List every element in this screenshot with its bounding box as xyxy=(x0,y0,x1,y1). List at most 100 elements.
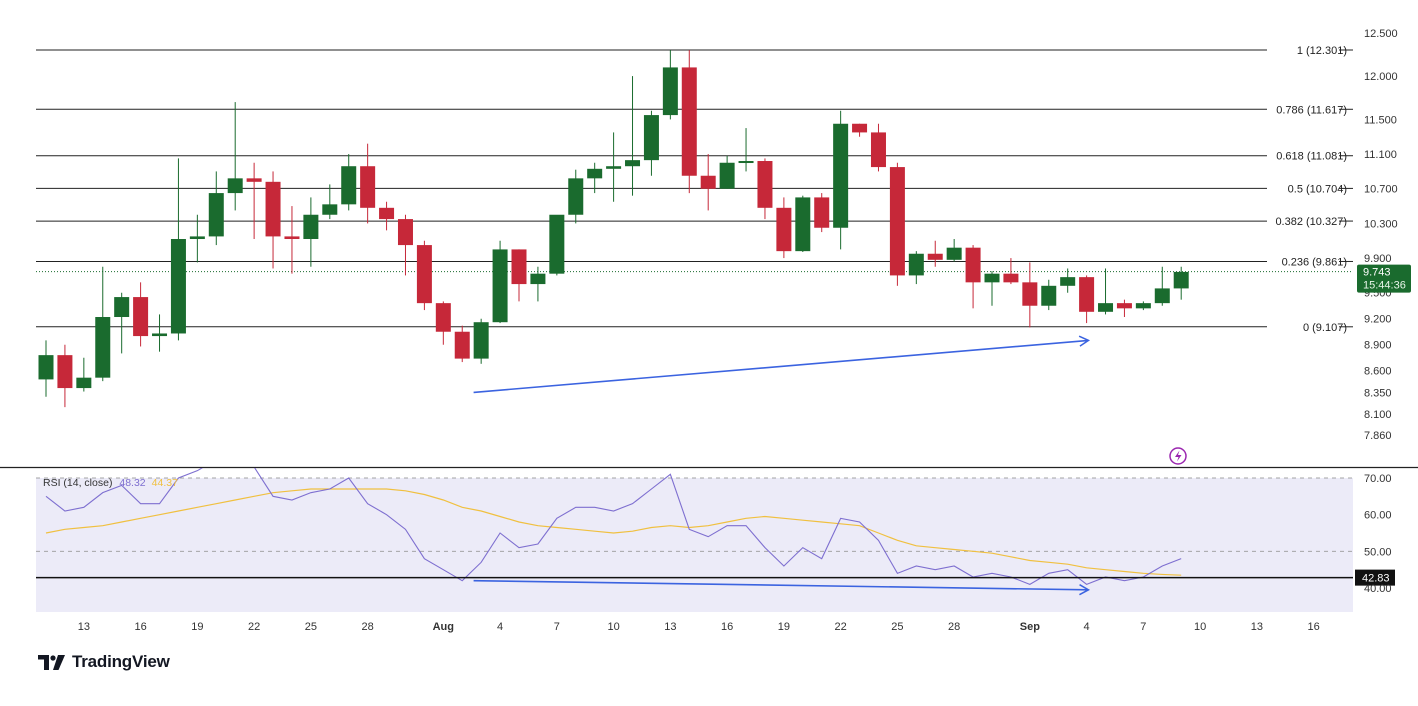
candle-body xyxy=(208,193,224,237)
candle-body xyxy=(1041,285,1057,306)
candle-body xyxy=(984,273,1000,283)
candle-body xyxy=(719,162,735,189)
brand-name: TradingView xyxy=(72,652,170,671)
candle-body xyxy=(265,181,281,237)
candle-body xyxy=(76,377,92,389)
candle-body xyxy=(814,197,830,228)
time-tick-label: 16 xyxy=(134,621,146,633)
time-tick-label: 22 xyxy=(248,621,260,633)
candle-body xyxy=(1060,277,1076,286)
candle-body xyxy=(738,161,754,164)
candle-body xyxy=(870,132,886,168)
candle-body xyxy=(511,249,527,285)
candle-body xyxy=(625,160,641,167)
candle-body xyxy=(1173,271,1189,289)
time-tick-label: 4 xyxy=(1084,621,1090,633)
candle-body xyxy=(606,166,622,169)
candle-body xyxy=(795,197,811,252)
time-tick-label: 16 xyxy=(721,621,733,633)
fib-label: 1 (12.301) xyxy=(1297,45,1347,57)
rsi-band xyxy=(36,478,1353,612)
time-tick-label: 13 xyxy=(1251,621,1263,633)
candle-body xyxy=(833,123,849,228)
candle-body xyxy=(1003,273,1019,283)
candle-body xyxy=(303,214,319,240)
candle-body xyxy=(227,178,243,194)
rsi-tick-label: 60.00 xyxy=(1364,510,1392,522)
candle-body xyxy=(416,245,432,304)
rsi-title: RSI (14, close) 48.32 44.37 xyxy=(43,477,178,489)
candle-body xyxy=(852,123,868,133)
price-tick-label: 10.300 xyxy=(1364,218,1398,230)
candle-body xyxy=(889,167,905,276)
last-price-countdown: 15:44:36 xyxy=(1363,280,1406,292)
candle-body xyxy=(38,355,54,380)
candle-body xyxy=(681,67,697,176)
candle-body xyxy=(152,333,168,337)
rsi-tick-label: 70.00 xyxy=(1364,473,1392,485)
time-tick-label: 16 xyxy=(1308,621,1320,633)
last-price-value: 9.743 xyxy=(1363,267,1391,279)
candle-body xyxy=(568,178,584,215)
time-tick-label: 4 xyxy=(497,621,503,633)
time-tick-label: 28 xyxy=(948,621,960,633)
time-tick-label: 13 xyxy=(664,621,676,633)
fib-label: 0.382 (10.327) xyxy=(1275,216,1347,228)
rsi-tick-label: 50.00 xyxy=(1364,546,1392,558)
candle-body xyxy=(549,214,565,274)
rsi-ma-value: 44.37 xyxy=(152,477,178,489)
candle-body xyxy=(170,239,186,334)
candle-body xyxy=(246,178,262,182)
candle-body xyxy=(1135,303,1151,309)
time-tick-label: Aug xyxy=(433,621,454,633)
price-tick-label: 9.200 xyxy=(1364,314,1392,326)
candle-body xyxy=(1022,282,1038,306)
price-tick-label: 9.900 xyxy=(1364,253,1392,265)
price-tick-label: 8.600 xyxy=(1364,366,1392,378)
price-tick-label: 8.900 xyxy=(1364,340,1392,352)
price-tick-label: 10.700 xyxy=(1364,184,1398,196)
time-tick-label: 7 xyxy=(554,621,560,633)
time-tick-label: Sep xyxy=(1020,621,1040,633)
time-tick-label: 10 xyxy=(607,621,619,633)
candle-body xyxy=(946,247,962,260)
flash-icon-bolt xyxy=(1175,450,1182,462)
candle-body xyxy=(1079,277,1095,312)
price-tick-label: 8.100 xyxy=(1364,409,1392,421)
candle-body xyxy=(643,115,659,161)
candle-body xyxy=(776,207,792,252)
candle-body xyxy=(530,273,546,285)
tradingview-logo-icon xyxy=(38,654,65,670)
time-tick-label: 7 xyxy=(1140,621,1146,633)
candle-body xyxy=(114,297,130,318)
candle-body xyxy=(454,331,470,359)
time-tick-label: 13 xyxy=(78,621,90,633)
time-tick-label: 19 xyxy=(191,621,203,633)
candle-body xyxy=(1116,303,1132,309)
candle-body xyxy=(473,322,489,359)
candle-body xyxy=(757,161,773,208)
time-tick-label: 25 xyxy=(305,621,317,633)
price-tick-label: 11.500 xyxy=(1364,114,1397,126)
time-tick-label: 10 xyxy=(1194,621,1206,633)
price-tick-label: 7.860 xyxy=(1364,430,1392,442)
time-tick-label: 28 xyxy=(362,621,374,633)
candle-body xyxy=(379,207,395,220)
rsi-title-text: RSI (14, close) xyxy=(43,477,115,489)
fib-label: 0.5 (10.704) xyxy=(1288,183,1347,195)
candle-body xyxy=(700,175,716,189)
candle-body xyxy=(189,236,205,240)
candle-body xyxy=(1098,303,1114,312)
fib-label: 0.786 (11.617) xyxy=(1276,104,1347,116)
candle-body xyxy=(1154,288,1170,304)
rsi-tick-label: 40.00 xyxy=(1364,583,1392,595)
time-tick-label: 22 xyxy=(835,621,847,633)
tradingview-logo: TradingView xyxy=(38,652,170,672)
candle-body xyxy=(133,297,149,337)
price-tick-label: 12.000 xyxy=(1364,71,1398,83)
candle-body xyxy=(662,67,678,116)
candle-body xyxy=(435,303,451,332)
candle-body xyxy=(341,166,357,205)
candle-body xyxy=(908,253,924,276)
trend-arrow xyxy=(473,335,1091,394)
